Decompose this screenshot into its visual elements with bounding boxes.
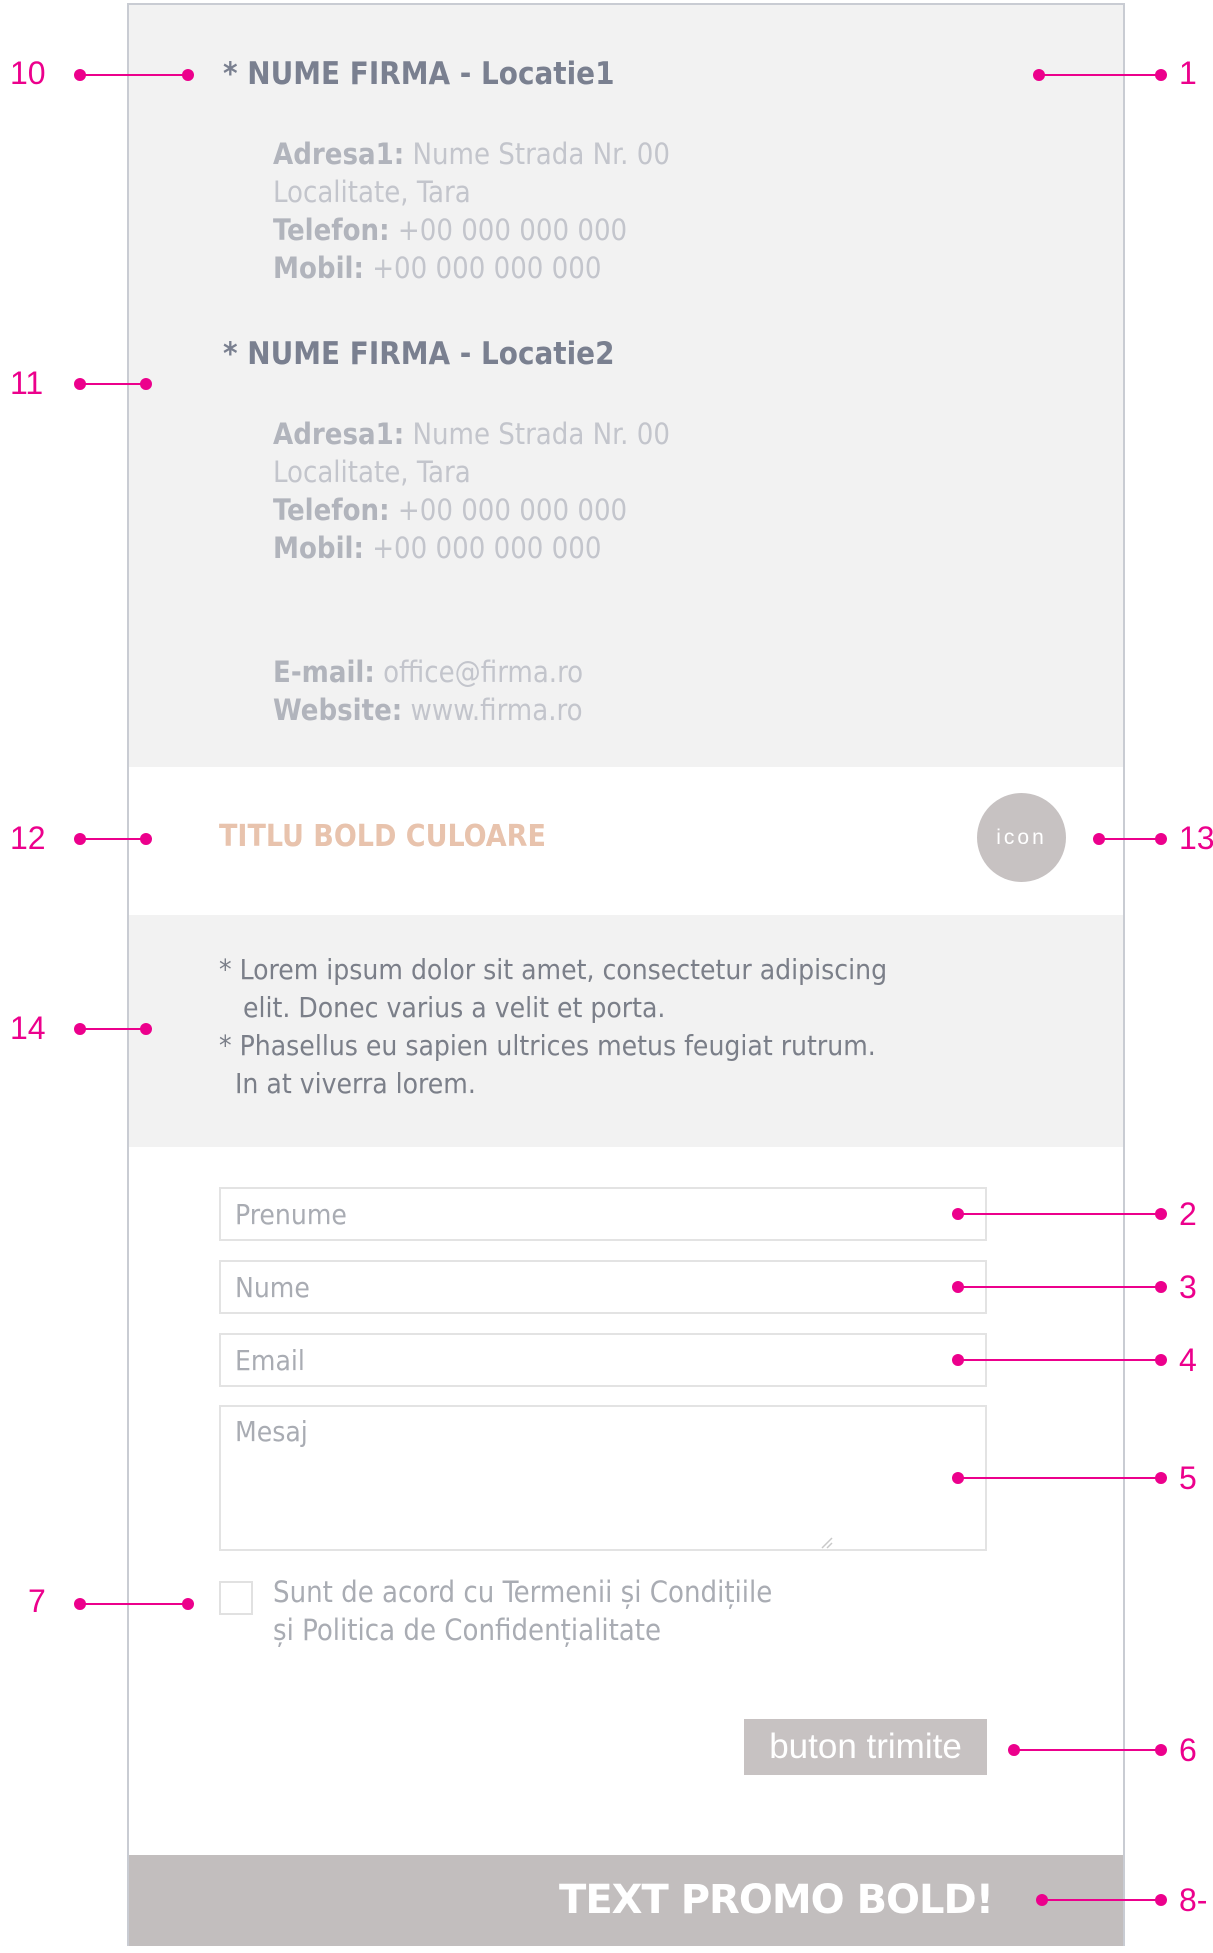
website-link[interactable]: www.firma.ro <box>411 693 583 727</box>
city-value: Localitate, Tara <box>273 455 471 489</box>
phone-label: Telefon: <box>273 493 390 527</box>
mobile-label: Mobil: <box>273 251 364 285</box>
annotation-6: 6 <box>1179 1732 1197 1768</box>
page-frame: * NUME FIRMA - Locatie1 Adresa1: Nume St… <box>127 3 1125 1946</box>
annotation-dot <box>1155 1354 1167 1366</box>
message-textarea[interactable] <box>219 1405 987 1551</box>
annotation-dot <box>140 378 152 390</box>
city-value: Localitate, Tara <box>273 175 471 209</box>
annotation-dot <box>952 1208 964 1220</box>
annotation-dot <box>182 1598 194 1610</box>
annotation-dot <box>74 1023 86 1035</box>
section-title-band: TITLU BOLD CULOARE icon <box>129 767 1123 915</box>
annotation-dot <box>1036 1894 1048 1906</box>
placeholder-icon: icon <box>977 793 1066 882</box>
location-2-details: Adresa1: Nume Strada Nr. 00 Localitate, … <box>273 415 670 567</box>
annotation-dot <box>74 833 86 845</box>
annotation-dot <box>1155 1472 1167 1484</box>
firstname-input[interactable] <box>219 1187 987 1241</box>
annotation-dot <box>1155 1894 1167 1906</box>
annotation-5-leader <box>956 1477 1160 1479</box>
annotation-dot <box>1155 1744 1167 1756</box>
annotation-10-leader <box>78 74 186 76</box>
annotation-2-leader <box>956 1213 1160 1215</box>
location-1-title: * NUME FIRMA - Locatie1 <box>223 56 615 92</box>
annotation-dot <box>1093 833 1105 845</box>
annotation-dot <box>1155 1208 1167 1220</box>
promo-text: TEXT PROMO BOLD! <box>559 1877 994 1923</box>
location-2-title: * NUME FIRMA - Locatie2 <box>223 336 615 372</box>
annotation-13: 13 <box>1179 822 1213 854</box>
consent-line-1: Sunt de acord cu Termenii și Condițiile <box>273 1575 773 1609</box>
phone-label: Telefon: <box>273 213 390 247</box>
submit-button[interactable]: buton trimite <box>744 1719 987 1775</box>
consent-line-2: și Politica de Confidențialitate <box>273 1613 662 1647</box>
email-label: E-mail: <box>273 655 375 689</box>
annotation-2: 2 <box>1179 1196 1197 1232</box>
consent-checkbox[interactable] <box>219 1581 253 1615</box>
resize-handle-icon[interactable] <box>819 1535 833 1549</box>
annotation-dot <box>952 1281 964 1293</box>
address-value: Nume Strada Nr. 00 <box>412 137 670 171</box>
annotation-8: 8- <box>1179 1884 1208 1916</box>
annotation-10: 10 <box>10 55 46 91</box>
lastname-input[interactable] <box>219 1260 987 1314</box>
annotation-dot <box>74 69 86 81</box>
location-1-details: Adresa1: Nume Strada Nr. 00 Localitate, … <box>273 135 670 287</box>
annotation-5: 5 <box>1179 1460 1197 1496</box>
annotation-14: 14 <box>10 1010 46 1046</box>
annotation-7: 7 <box>28 1583 46 1619</box>
address-label: Adresa1: <box>273 417 405 451</box>
contact-section: * NUME FIRMA - Locatie1 Adresa1: Nume St… <box>129 5 1123 767</box>
general-contact: E-mail: office@firma.ro Website: www.fir… <box>273 653 583 729</box>
annotation-dot <box>1008 1744 1020 1756</box>
annotation-dot <box>74 1598 86 1610</box>
annotation-dot <box>952 1472 964 1484</box>
promo-banner: TEXT PROMO BOLD! <box>129 1855 1123 1946</box>
annotation-dot <box>1155 833 1167 845</box>
mobile-value: +00 000 000 000 <box>372 251 602 285</box>
annotation-dot <box>1155 69 1167 81</box>
annotation-dot <box>140 1023 152 1035</box>
annotation-7-leader <box>78 1603 186 1605</box>
annotation-dot <box>140 833 152 845</box>
annotation-8-leader <box>1040 1899 1160 1901</box>
phone-value: +00 000 000 000 <box>397 213 628 247</box>
mobile-label: Mobil: <box>273 531 364 565</box>
address-value: Nume Strada Nr. 00 <box>412 417 670 451</box>
annotation-1-leader <box>1037 74 1160 76</box>
annotation-11: 11 <box>10 365 44 401</box>
annotation-dot <box>74 378 86 390</box>
annotation-4: 4 <box>1179 1342 1197 1378</box>
annotation-dot <box>1155 1281 1167 1293</box>
address-label: Adresa1: <box>273 137 405 171</box>
email-input[interactable] <box>219 1333 987 1387</box>
annotation-dot <box>952 1354 964 1366</box>
description-text: * Lorem ipsum dolor sit amet, consectetu… <box>219 953 888 1100</box>
phone-value: +00 000 000 000 <box>397 493 628 527</box>
annotation-6-leader <box>1012 1749 1160 1751</box>
annotation-dot <box>1033 69 1045 81</box>
description-section: * Lorem ipsum dolor sit amet, consectetu… <box>129 915 1123 1147</box>
website-label: Website: <box>273 693 403 727</box>
annotation-13-leader <box>1097 838 1160 840</box>
annotation-1: 1 <box>1179 55 1197 91</box>
annotation-12-leader <box>78 838 148 840</box>
annotation-3-leader <box>956 1286 1160 1288</box>
annotation-4-leader <box>956 1359 1160 1361</box>
annotation-14-leader <box>78 1028 148 1030</box>
section-title: TITLU BOLD CULOARE <box>219 819 546 854</box>
mobile-value: +00 000 000 000 <box>372 531 602 565</box>
annotation-11-leader <box>78 383 148 385</box>
annotation-3: 3 <box>1179 1269 1197 1305</box>
annotation-dot <box>182 69 194 81</box>
consent-label[interactable]: Sunt de acord cu Termenii și Condițiile … <box>273 1573 772 1649</box>
annotation-12: 12 <box>10 820 46 856</box>
email-link[interactable]: office@firma.ro <box>383 655 583 689</box>
